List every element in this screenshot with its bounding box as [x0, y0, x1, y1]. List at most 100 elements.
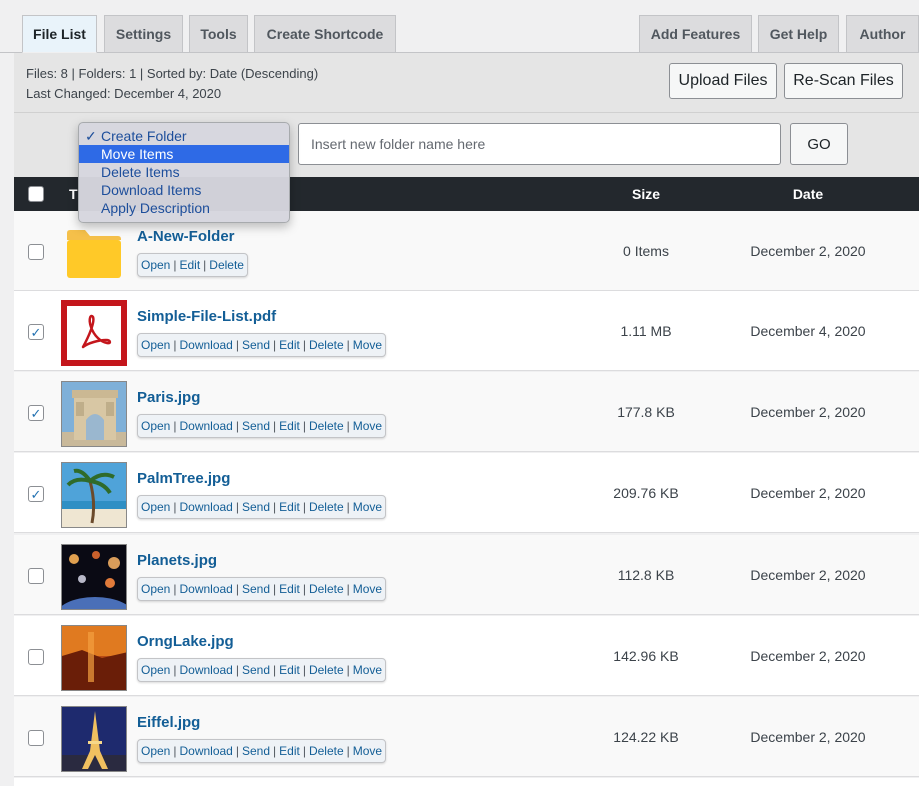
new-folder-name-input[interactable]: [298, 123, 781, 165]
divider: |: [302, 338, 306, 352]
move-action[interactable]: Move: [353, 338, 382, 352]
delete-action[interactable]: Delete: [309, 338, 344, 352]
planets-thumbnail[interactable]: [61, 544, 127, 610]
delete-action[interactable]: Delete: [309, 582, 344, 596]
delete-action[interactable]: Delete: [309, 500, 344, 514]
file-name-link[interactable]: Eiffel.jpg: [137, 714, 200, 731]
move-action[interactable]: Move: [353, 744, 382, 758]
move-action[interactable]: Move: [353, 500, 382, 514]
send-action[interactable]: Send: [242, 419, 270, 433]
paris-thumbnail[interactable]: [61, 381, 127, 447]
file-size: 209.76 KB: [613, 485, 679, 501]
tab-file-list[interactable]: File List: [22, 15, 97, 53]
row-actions: Open | Download | Send | Edit | Delete | Move: [137, 577, 387, 601]
row-checkbox[interactable]: ✓: [28, 324, 44, 340]
row-checkbox[interactable]: [28, 244, 44, 260]
send-action[interactable]: Send: [242, 744, 270, 758]
rescan-files-button[interactable]: Re-Scan Files: [784, 63, 903, 99]
open-action[interactable]: Open: [141, 663, 170, 677]
open-action[interactable]: Open: [141, 744, 170, 758]
orange-lake-thumbnail[interactable]: [61, 625, 127, 691]
date-column-header[interactable]: Date: [728, 177, 888, 211]
file-name-link[interactable]: A-New-Folder: [137, 228, 235, 245]
file-name-link[interactable]: PalmTree.jpg: [137, 470, 230, 487]
upload-files-button[interactable]: Upload Files: [669, 63, 777, 99]
checkmark-icon: ✓: [30, 486, 42, 502]
file-date: December 2, 2020: [750, 243, 866, 259]
delete-action[interactable]: Delete: [309, 744, 344, 758]
dropdown-option-apply-description[interactable]: Apply Description: [79, 199, 289, 217]
divider: |: [273, 663, 277, 677]
eiffel-thumbnail[interactable]: [61, 706, 127, 772]
edit-action[interactable]: Edit: [179, 258, 200, 272]
row-actions: Open | Download | Send | Edit | Delete | Move: [137, 739, 387, 763]
row-actions: Open | Download | Send | Edit | Delete | Move: [137, 495, 387, 519]
move-action[interactable]: Move: [353, 663, 382, 677]
row-checkbox[interactable]: [28, 649, 44, 665]
download-action[interactable]: Download: [179, 744, 232, 758]
download-action[interactable]: Download: [179, 338, 232, 352]
open-action[interactable]: Open: [141, 258, 170, 272]
file-name-link[interactable]: Planets.jpg: [137, 552, 217, 569]
file-size: 142.96 KB: [613, 648, 679, 664]
send-action[interactable]: Send: [242, 338, 270, 352]
edit-action[interactable]: Edit: [279, 419, 300, 433]
delete-action[interactable]: Delete: [309, 663, 344, 677]
tab-author[interactable]: Author: [846, 15, 919, 52]
edit-action[interactable]: Edit: [279, 500, 300, 514]
folder-icon[interactable]: [61, 220, 127, 286]
delete-action[interactable]: Delete: [309, 419, 344, 433]
table-row: OrngLake.jpg Open | Download | Send | Edit |…: [14, 616, 919, 696]
download-action[interactable]: Download: [179, 419, 232, 433]
tab-tools[interactable]: Tools: [189, 15, 248, 52]
file-date: December 2, 2020: [750, 567, 866, 583]
open-action[interactable]: Open: [141, 582, 170, 596]
bulk-action-dropdown[interactable]: ✓ Create Folder Move Items Delete Items …: [78, 122, 290, 223]
file-date: December 2, 2020: [750, 729, 866, 745]
palm-tree-thumbnail[interactable]: [61, 462, 127, 528]
row-checkbox[interactable]: ✓: [28, 486, 44, 502]
row-checkbox[interactable]: ✓: [28, 405, 44, 421]
row-actions: Open | Download | Send | Edit | Delete | Move: [137, 333, 387, 357]
file-name-link[interactable]: Paris.jpg: [137, 389, 200, 406]
row-checkbox[interactable]: [28, 730, 44, 746]
select-all-checkbox[interactable]: [28, 186, 44, 202]
dropdown-option-delete-items[interactable]: Delete Items: [79, 163, 289, 181]
tab-settings[interactable]: Settings: [104, 15, 183, 52]
download-action[interactable]: Download: [179, 663, 232, 677]
size-column-header[interactable]: Size: [574, 177, 718, 211]
send-action[interactable]: Send: [242, 582, 270, 596]
tab-get-help[interactable]: Get Help: [758, 15, 839, 52]
open-action[interactable]: Open: [141, 419, 170, 433]
dropdown-option-create-folder[interactable]: ✓ Create Folder: [79, 127, 289, 145]
move-action[interactable]: Move: [353, 419, 382, 433]
delete-action[interactable]: Delete: [209, 258, 244, 272]
edit-action[interactable]: Edit: [279, 744, 300, 758]
send-action[interactable]: Send: [242, 500, 270, 514]
file-name-link[interactable]: OrngLake.jpg: [137, 633, 234, 650]
move-action[interactable]: Move: [353, 582, 382, 596]
tab-add-features[interactable]: Add Features: [639, 15, 752, 52]
dropdown-option-download-items[interactable]: Download Items: [79, 181, 289, 199]
send-action[interactable]: Send: [242, 663, 270, 677]
go-button[interactable]: GO: [790, 123, 848, 165]
edit-action[interactable]: Edit: [279, 338, 300, 352]
file-name-link[interactable]: Simple-File-List.pdf: [137, 308, 276, 325]
option-label: Apply Description: [101, 200, 210, 216]
download-action[interactable]: Download: [179, 582, 232, 596]
file-size: 1.11 MB: [620, 323, 672, 339]
edit-action[interactable]: Edit: [279, 582, 300, 596]
dropdown-option-move-items[interactable]: Move Items: [79, 145, 289, 163]
edit-action[interactable]: Edit: [279, 663, 300, 677]
download-action[interactable]: Download: [179, 500, 232, 514]
pdf-icon[interactable]: [61, 300, 127, 366]
divider: |: [273, 500, 277, 514]
file-size: 112.8 KB: [617, 567, 675, 583]
open-action[interactable]: Open: [141, 338, 170, 352]
checkmark-icon: ✓: [85, 128, 97, 144]
open-action[interactable]: Open: [141, 500, 170, 514]
row-checkbox[interactable]: [28, 568, 44, 584]
tab-create-shortcode[interactable]: Create Shortcode: [254, 15, 396, 52]
title-column-header[interactable]: T: [69, 177, 78, 211]
table-row: [14, 778, 919, 786]
